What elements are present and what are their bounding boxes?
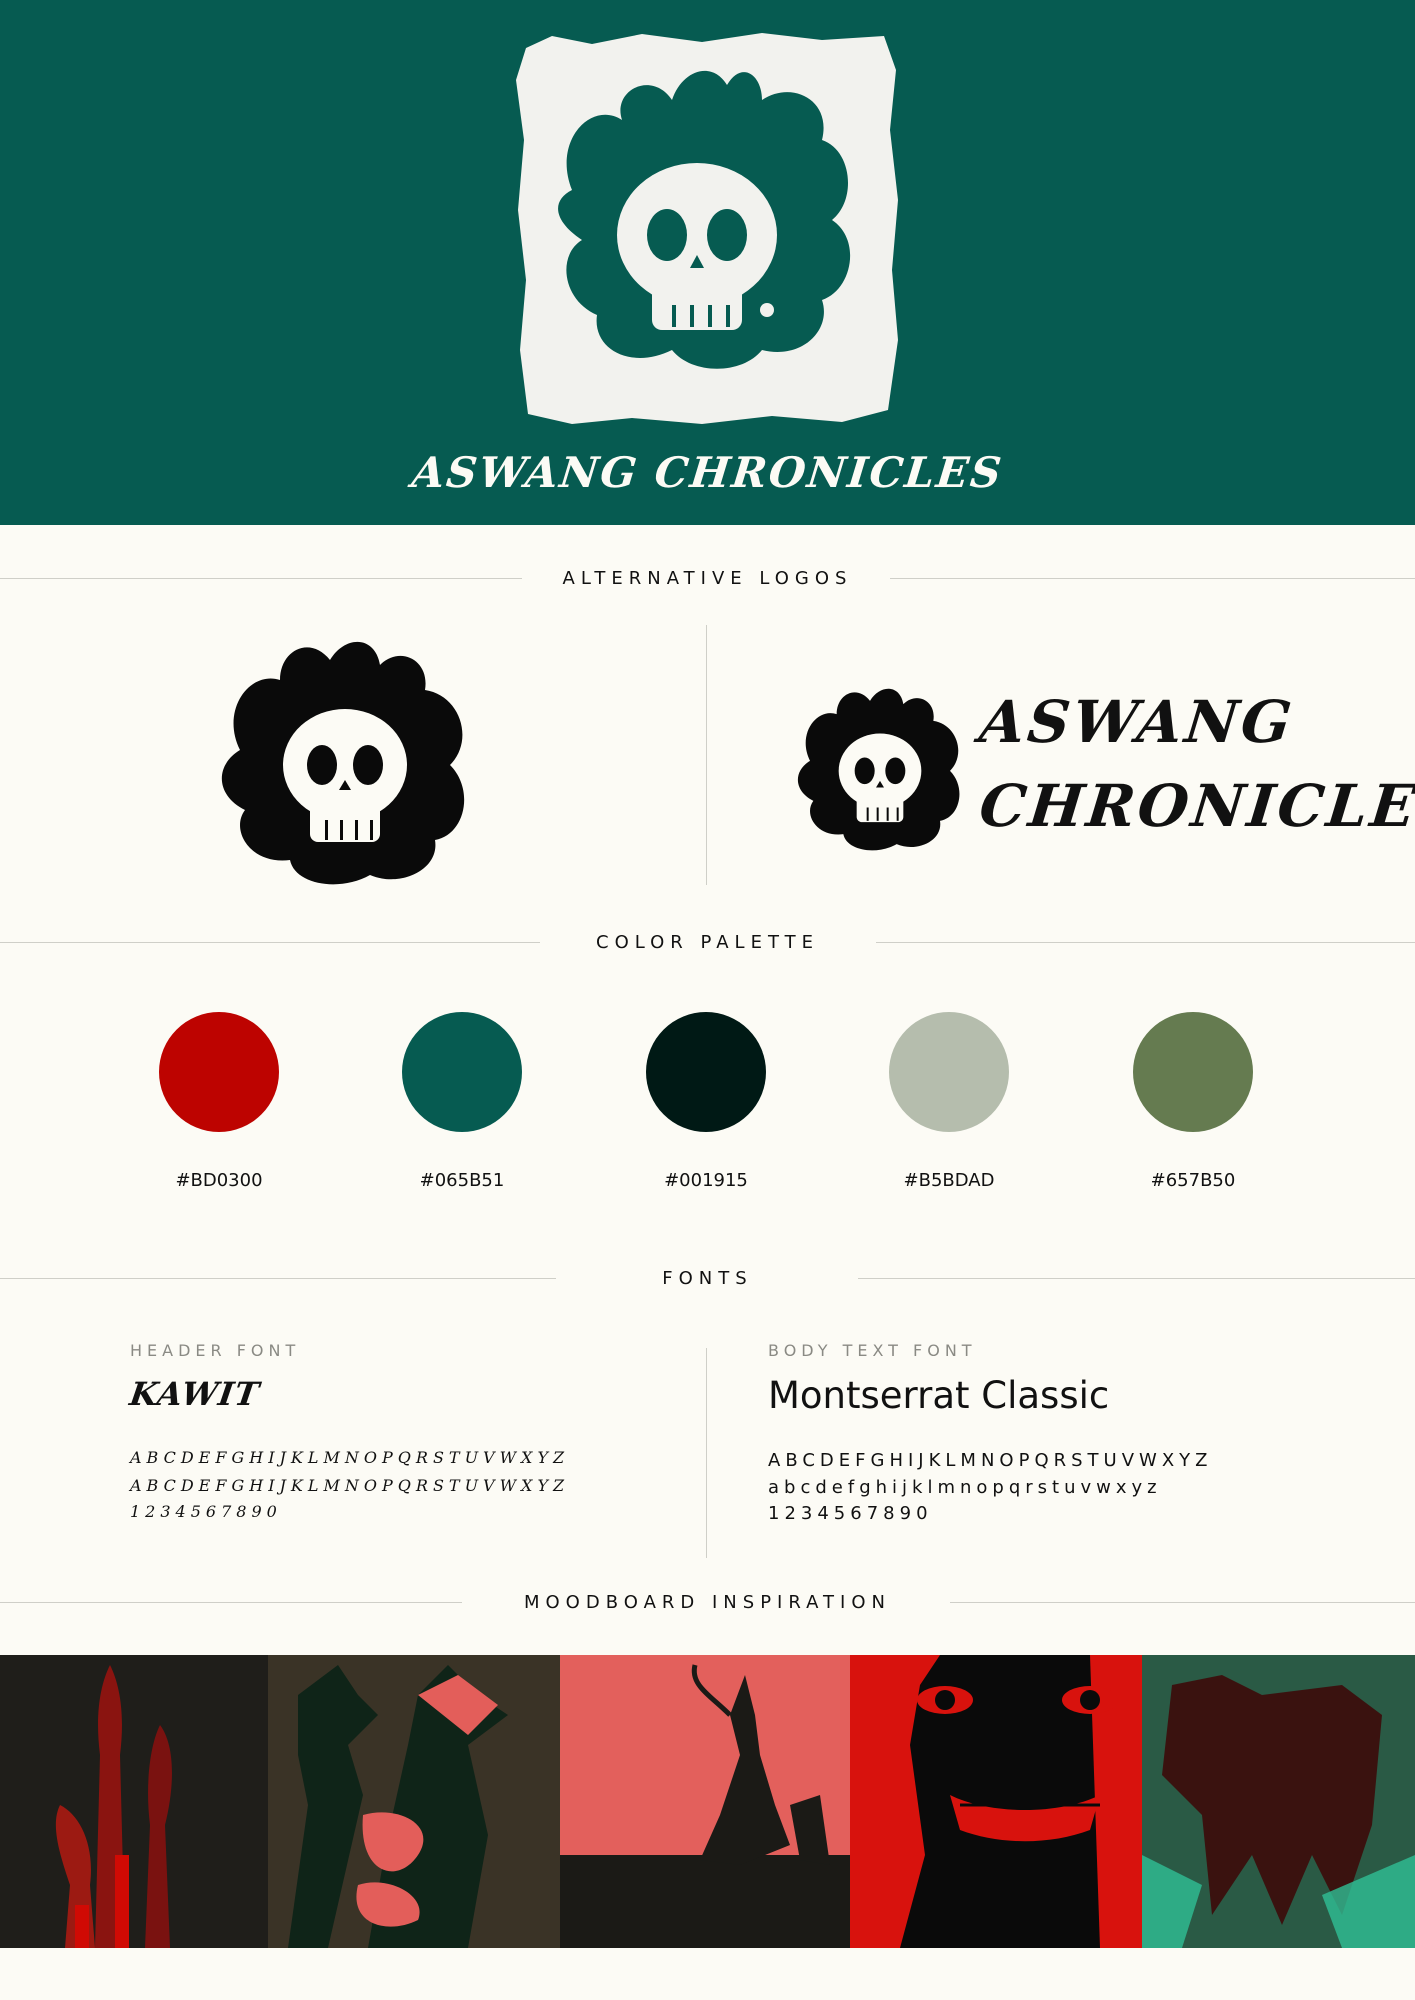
body-font-name: Montserrat Classic [768, 1374, 1110, 1417]
hero-brand-title: ASWANG CHRONICLES [409, 448, 1006, 497]
swatch-hex-red: #BD0300 [175, 1170, 263, 1191]
section-title: ALTERNATIVE LOGOS [562, 568, 853, 589]
alt-logo-mark [210, 630, 480, 890]
body-font-label: BODY TEXT FONT [768, 1341, 977, 1360]
section-title: FONTS [662, 1268, 753, 1289]
wordmark-line-1: ASWANG [976, 688, 1298, 756]
swatch-black-green [646, 1012, 766, 1132]
section-fonts: FONTS [0, 1268, 1415, 1289]
goat-demon-illustration [560, 1664, 850, 1948]
header-font-label: HEADER FONT [130, 1341, 301, 1360]
section-title: COLOR PALETTE [596, 932, 819, 953]
body-font-uppercase: ABCDEFGHIJKLMNOPQRSTUVWXYZ [768, 1450, 1213, 1471]
body-font-lowercase: abcdefghijklmnopqrstuvwxyz [768, 1477, 1162, 1498]
beast-woodcut-artwork [1142, 1655, 1415, 1948]
skull-flame-icon [516, 33, 898, 424]
swatch-red [159, 1012, 279, 1132]
swatch-sage [889, 1012, 1009, 1132]
header-font-name: KAWIT [127, 1375, 263, 1413]
swatch-hex-teal: #065B51 [419, 1170, 505, 1191]
hero-logo [512, 30, 900, 430]
alt-logos-divider [706, 625, 707, 885]
goat-demon-artwork [560, 1655, 850, 1948]
beast-woodcut-illustration [1142, 1655, 1415, 1948]
fonts-divider [706, 1348, 707, 1558]
wolf-creature-illustration [288, 1665, 508, 1948]
section-color-palette: COLOR PALETTE [0, 932, 1415, 953]
header-font-uppercase: ABCDEFGHIJKLMNOPQRSTUVWXYZ [130, 1448, 570, 1467]
swatch-olive [1133, 1012, 1253, 1132]
skull-flame-icon [797, 688, 960, 851]
skull-flame-icon [221, 641, 465, 885]
section-alt-logos: ALTERNATIVE LOGOS [0, 568, 1415, 589]
swatch-hex-sage: #B5BDAD [903, 1170, 995, 1191]
alt-logo-wordmark: ASWANG CHRONICLES [976, 680, 1415, 848]
body-font-digits: 1234567890 [768, 1503, 933, 1524]
grinning-face-illustration [850, 1655, 1142, 1948]
header-font-lowercase: ABCDEFGHIJKLMNOPQRSTUVWXYZ [130, 1476, 570, 1495]
wordmark-line-2: CHRONICLES [976, 772, 1415, 840]
hero-banner: ASWANG CHRONICLES [0, 0, 1415, 525]
section-moodboard: MOODBOARD INSPIRATION [0, 1592, 1415, 1613]
swatch-teal [402, 1012, 522, 1132]
hands-artwork [0, 1655, 268, 1948]
swatch-hex-black-green: #001915 [664, 1170, 748, 1191]
wolf-creature-artwork [268, 1655, 560, 1948]
alt-logo-combined-mark [790, 680, 970, 855]
grinning-face-artwork [850, 1655, 1142, 1948]
header-font-digits: 1234567890 [130, 1502, 282, 1521]
swatch-hex-olive: #657B50 [1150, 1170, 1236, 1191]
hands-illustration [55, 1665, 172, 1948]
section-title: MOODBOARD INSPIRATION [523, 1592, 891, 1613]
